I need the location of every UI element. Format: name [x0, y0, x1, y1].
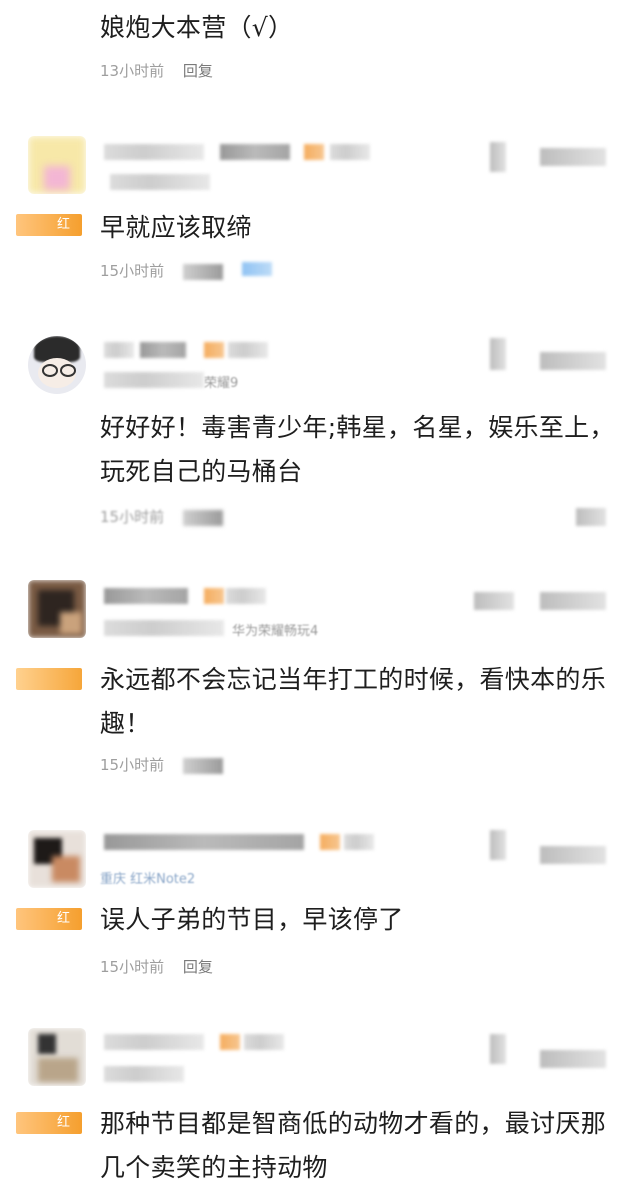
username-blur[interactable]: [104, 342, 134, 358]
comment-meta-row: 15小时前 回复: [100, 956, 227, 977]
level-blur: [140, 342, 186, 358]
avatar[interactable]: [28, 336, 86, 394]
vip-badge-blur: [220, 1034, 240, 1050]
location-blur: [104, 372, 204, 388]
device-label: 华为荣耀畅玩4: [232, 624, 319, 639]
comment-time: 15小时前: [100, 958, 165, 976]
like-icon[interactable]: [490, 142, 506, 172]
medal-blur: [344, 834, 374, 850]
level-blur: [220, 144, 290, 160]
vip-badge-blur: [320, 834, 340, 850]
user-badge: 红: [16, 214, 82, 236]
emoji-blur: [241, 262, 272, 276]
comment-time: 15小时前: [100, 508, 165, 526]
like-count-blur: [540, 1050, 606, 1068]
like-count-blur: [540, 352, 606, 370]
vip-badge-blur: [204, 588, 224, 604]
username-blur[interactable]: [104, 834, 304, 850]
like-icon[interactable]: [490, 1034, 506, 1064]
username-blur[interactable]: [104, 588, 188, 604]
reply-button[interactable]: [182, 509, 223, 526]
reply-button[interactable]: [182, 757, 223, 774]
comment-text: 永远都不会忘记当年打工的时候，看快本的乐趣！: [100, 665, 607, 738]
vip-badge-blur: [304, 144, 324, 160]
comment-text: 好好好！毒害青少年;韩星，名星，娱乐至上，玩死自己的马桶台: [100, 413, 615, 486]
username-blur[interactable]: [104, 144, 204, 160]
vip-badge-blur: [204, 342, 224, 358]
like-count-blur: [540, 846, 606, 864]
location-blur: [104, 620, 224, 636]
comment-text: 误人子弟的节目，早该停了: [100, 905, 404, 934]
more-options-blur[interactable]: [576, 508, 606, 526]
user-badge: 红: [16, 908, 82, 930]
device-label: 荣耀9: [204, 376, 239, 391]
device-blur: [110, 174, 210, 190]
comment-meta-row: 15小时前: [100, 260, 286, 281]
medal-blur: [228, 342, 268, 358]
device-blur: [104, 1066, 184, 1082]
user-badge: 红: [16, 1112, 82, 1134]
comment-meta-row: 15小时前: [100, 506, 237, 527]
reply-button[interactable]: 回复: [183, 958, 213, 976]
avatar[interactable]: [28, 136, 86, 194]
comment-text: 早就应该取缔: [100, 213, 252, 242]
username-blur[interactable]: [104, 1034, 204, 1050]
medal-blur: [330, 144, 370, 160]
like-icon[interactable]: [490, 338, 506, 370]
avatar[interactable]: [28, 830, 86, 888]
reply-button[interactable]: [182, 263, 223, 280]
reply-button[interactable]: 回复: [183, 62, 213, 80]
comment-text: 那种节目都是智商低的动物才看的，最讨厌那几个卖笑的主持动物: [100, 1109, 607, 1182]
comment-time: 15小时前: [100, 262, 165, 280]
user-badge: [16, 668, 82, 690]
like-icon[interactable]: [490, 830, 506, 860]
comment-meta-row: 13小时前 回复: [100, 60, 227, 81]
avatar[interactable]: [28, 1028, 86, 1086]
comment-meta-row: 15小时前: [100, 754, 237, 775]
avatar[interactable]: [28, 580, 86, 638]
comment-time: 13小时前: [100, 62, 165, 80]
like-icon[interactable]: [474, 592, 514, 610]
comment-time: 15小时前: [100, 756, 165, 774]
device-label: 重庆 红米Note2: [100, 872, 196, 887]
comment-text: 娘炮大本营（√）: [100, 13, 294, 42]
like-count-blur: [540, 148, 606, 166]
medal-blur: [226, 588, 266, 604]
medal-blur: [244, 1034, 284, 1050]
like-count-blur: [540, 592, 606, 610]
